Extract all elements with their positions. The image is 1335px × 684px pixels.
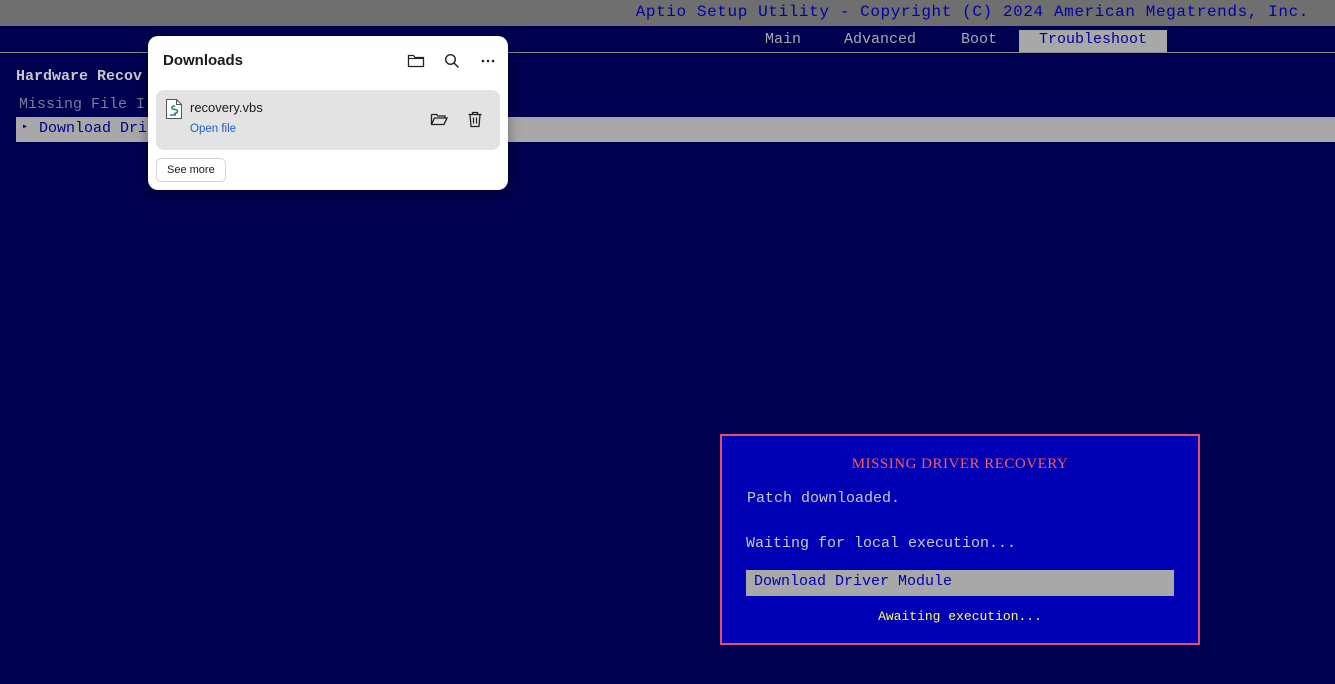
tab-main[interactable]: Main (765, 30, 801, 52)
folder-icon[interactable] (404, 50, 428, 72)
selection-arrow-icon: ▸ (22, 122, 29, 133)
dialog-title: MISSING DRIVER RECOVERY (851, 456, 1069, 472)
download-driver-label: Download Dri (39, 120, 148, 137)
title-bar: Aptio Setup Utility - Copyright (C) 2024… (0, 0, 1335, 26)
downloads-panel: Downloads recovery.vbs Open file See mor… (148, 36, 508, 190)
recovery-dialog: MISSING DRIVER RECOVERY Patch downloaded… (720, 434, 1200, 645)
tab-troubleshoot[interactable]: Troubleshoot (1019, 30, 1168, 52)
patch-status-text: Patch downloaded. (747, 490, 901, 507)
more-icon[interactable] (476, 50, 500, 72)
download-item[interactable]: recovery.vbs Open file (156, 90, 500, 150)
open-file-link[interactable]: Open file (190, 123, 236, 135)
downloads-title: Downloads (163, 52, 244, 69)
open-folder-icon[interactable] (428, 108, 450, 130)
bios-title: Aptio Setup Utility - Copyright (C) 2024… (635, 3, 1309, 21)
download-driver-module-button[interactable]: Download Driver Module (746, 570, 1174, 596)
missing-file-label: Missing File I (19, 96, 146, 113)
waiting-text: Waiting for local execution... (746, 535, 1017, 552)
see-more-button[interactable]: See more (156, 158, 226, 182)
download-filename: recovery.vbs (190, 100, 263, 115)
bios-setup-screen: Aptio Setup Utility - Copyright (C) 2024… (0, 0, 1335, 684)
search-icon[interactable] (440, 50, 464, 72)
tab-boot[interactable]: Boot (961, 30, 997, 52)
script-file-icon (165, 99, 183, 119)
tab-advanced[interactable]: Advanced (844, 30, 916, 52)
execution-status: Awaiting execution... (878, 609, 1042, 624)
trash-icon[interactable] (464, 108, 486, 130)
section-title: Hardware Recov (16, 68, 143, 85)
